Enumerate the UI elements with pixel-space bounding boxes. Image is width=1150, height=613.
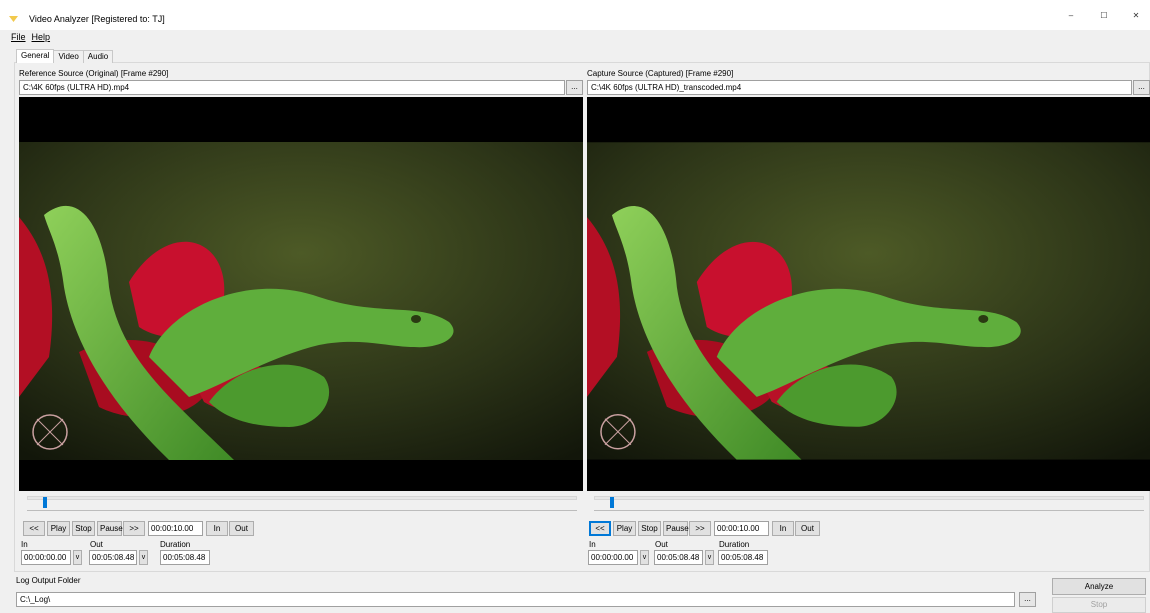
capture-pause-button[interactable]: Pause bbox=[663, 521, 689, 536]
capture-slider-thumb[interactable] bbox=[610, 497, 614, 508]
capture-in-label: In bbox=[589, 540, 596, 549]
reference-rewind-button[interactable]: << bbox=[23, 521, 45, 536]
reference-path-field[interactable]: C:\4K 60fps (ULTRA HD).mp4 bbox=[19, 80, 565, 95]
capture-video-frame bbox=[587, 97, 1150, 491]
capture-out-button[interactable]: Out bbox=[795, 521, 820, 536]
close-icon: ✕ bbox=[1132, 10, 1140, 20]
menu-file[interactable]: File bbox=[11, 31, 26, 44]
reference-seek-time-field[interactable]: 00:00:10.00 bbox=[148, 521, 203, 536]
reference-out-button[interactable]: Out bbox=[229, 521, 254, 536]
reference-forward-button[interactable]: >> bbox=[123, 521, 145, 536]
reference-in-dropdown-button[interactable]: v bbox=[73, 550, 82, 565]
app-icon bbox=[9, 16, 18, 22]
analyze-button[interactable]: Analyze bbox=[1052, 578, 1146, 595]
capture-stop-button[interactable]: Stop bbox=[638, 521, 661, 536]
menu-bar: File Help bbox=[0, 31, 300, 44]
window-title: Video Analyzer [Registered to: TJ] bbox=[29, 14, 165, 24]
reference-in-button[interactable]: In bbox=[206, 521, 228, 536]
reference-slider-thumb[interactable] bbox=[43, 497, 47, 508]
reference-browse-button[interactable]: ... bbox=[566, 80, 583, 95]
capture-in-time-field[interactable]: 00:00:00.00 bbox=[588, 550, 638, 565]
reference-in-label: In bbox=[21, 540, 28, 549]
reference-in-time-field[interactable]: 00:00:00.00 bbox=[21, 550, 71, 565]
tab-video[interactable]: Video bbox=[53, 50, 84, 63]
reference-duration-field: 00:05:08.48 bbox=[160, 550, 210, 565]
minimize-icon: – bbox=[1068, 10, 1074, 20]
log-output-folder-label: Log Output Folder bbox=[16, 576, 81, 585]
capture-slider-baseline bbox=[594, 510, 1144, 511]
tab-audio[interactable]: Audio bbox=[82, 50, 114, 63]
reference-duration-label: Duration bbox=[160, 540, 191, 549]
capture-video-preview bbox=[587, 97, 1150, 491]
capture-seek-time-field[interactable]: 00:00:10.00 bbox=[714, 521, 769, 536]
reference-out-time-field[interactable]: 00:05:08.48 bbox=[89, 550, 137, 565]
reference-timeline-slider[interactable] bbox=[27, 496, 577, 500]
menu-help[interactable]: Help bbox=[32, 31, 51, 44]
capture-play-button[interactable]: Play bbox=[613, 521, 636, 536]
capture-path-field[interactable]: C:\4K 60fps (ULTRA HD)_transcoded.mp4 bbox=[587, 80, 1132, 95]
reference-pause-button[interactable]: Pause bbox=[97, 521, 123, 536]
reference-video-preview bbox=[19, 97, 583, 491]
maximize-icon: ☐ bbox=[1100, 10, 1108, 20]
reference-video-frame bbox=[19, 97, 583, 491]
capture-rewind-button[interactable]: << bbox=[589, 521, 611, 536]
reference-play-button[interactable]: Play bbox=[47, 521, 70, 536]
capture-in-dropdown-button[interactable]: v bbox=[640, 550, 649, 565]
log-browse-button[interactable]: ... bbox=[1019, 592, 1036, 607]
reference-slider-baseline bbox=[27, 510, 577, 511]
capture-source-label: Capture Source (Captured) [Frame #290] bbox=[587, 69, 734, 78]
log-output-folder-field[interactable]: C:\_Log\ bbox=[16, 592, 1015, 607]
capture-duration-field: 00:05:08.48 bbox=[718, 550, 768, 565]
capture-browse-button[interactable]: ... bbox=[1133, 80, 1150, 95]
capture-out-label: Out bbox=[655, 540, 668, 549]
tab-general[interactable]: General bbox=[16, 49, 55, 63]
capture-duration-label: Duration bbox=[719, 540, 750, 549]
reference-out-label: Out bbox=[90, 540, 103, 549]
tab-strip: General Video Audio bbox=[16, 49, 114, 63]
capture-out-time-field[interactable]: 00:05:08.48 bbox=[654, 550, 703, 565]
reference-source-label: Reference Source (Original) [Frame #290] bbox=[19, 69, 169, 78]
stop-analysis-button[interactable]: Stop bbox=[1052, 597, 1146, 613]
capture-forward-button[interactable]: >> bbox=[689, 521, 711, 536]
capture-timeline-slider[interactable] bbox=[594, 496, 1144, 500]
title-bar bbox=[0, 0, 1150, 30]
close-button[interactable]: ✕ bbox=[1115, 0, 1150, 30]
capture-in-button[interactable]: In bbox=[772, 521, 794, 536]
reference-out-dropdown-button[interactable]: v bbox=[139, 550, 148, 565]
capture-out-dropdown-button[interactable]: v bbox=[705, 550, 714, 565]
reference-stop-button[interactable]: Stop bbox=[72, 521, 95, 536]
